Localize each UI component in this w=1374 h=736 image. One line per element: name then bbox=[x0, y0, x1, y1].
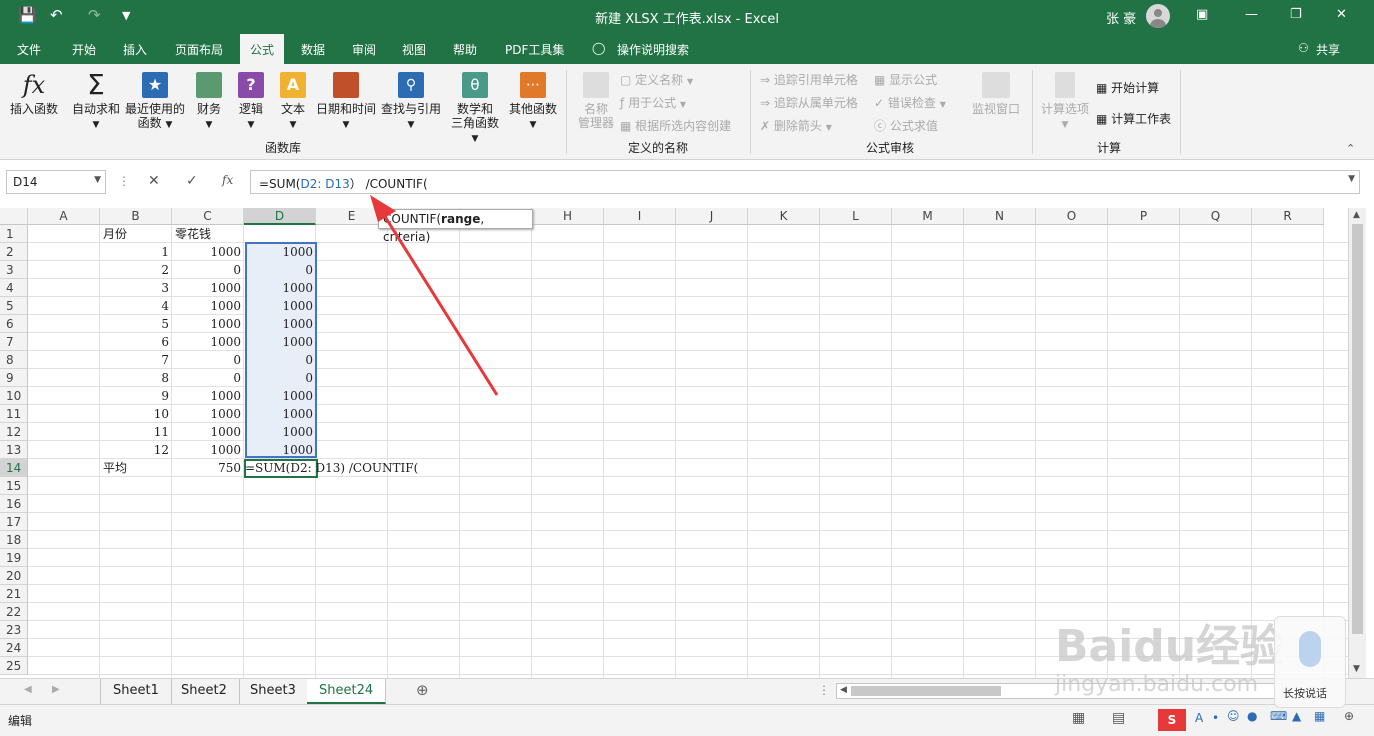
ime-logo-icon[interactable]: S bbox=[1158, 709, 1186, 731]
split-handle-icon[interactable]: ⋮ bbox=[818, 683, 830, 697]
ime-punct-icon[interactable]: • bbox=[1212, 711, 1219, 725]
normal-view-icon[interactable]: ▦ bbox=[1072, 710, 1085, 726]
microphone-icon bbox=[1299, 631, 1321, 667]
voice-input-label: 长按说话 bbox=[1283, 687, 1327, 700]
baidu-watermark: Baidu经验 bbox=[1055, 621, 1285, 672]
voice-input-widget[interactable]: 长按说话 bbox=[1274, 616, 1346, 708]
status-mode: 编辑 bbox=[8, 714, 33, 728]
scroll-tabs-right-icon[interactable]: ▶ bbox=[52, 684, 60, 695]
ime-keyboard-icon[interactable]: ⌨ bbox=[1270, 709, 1287, 723]
scroll-down-icon[interactable]: ▼ bbox=[1353, 664, 1360, 674]
baidu-watermark-url: jingyan.baidu.com bbox=[1055, 672, 1259, 697]
sheet-tab-sheet1[interactable]: Sheet1 bbox=[100, 679, 172, 704]
scroll-up-icon[interactable]: ▲ bbox=[1353, 210, 1360, 220]
zoom-icon[interactable]: ⊕ bbox=[1344, 709, 1354, 723]
page-layout-view-icon[interactable]: ▤ bbox=[1112, 710, 1125, 726]
ime-mic-icon[interactable]: ● bbox=[1247, 709, 1257, 723]
ime-shirt-icon[interactable]: ▲ bbox=[1292, 709, 1301, 723]
sheet-tab-sheet24[interactable]: Sheet24 bbox=[307, 679, 387, 704]
vertical-scrollbar[interactable]: ▲ ▼ bbox=[1348, 208, 1366, 678]
scroll-tabs-left-icon[interactable]: ◀ bbox=[24, 684, 32, 695]
ime-grid-icon[interactable]: ▦ bbox=[1314, 709, 1325, 723]
ime-lang-icon[interactable]: A bbox=[1195, 711, 1203, 725]
status-bar: 编辑 ▦ ▤ S A • ☺ ● ⌨ ▲ ▦ ⊕ bbox=[0, 704, 1374, 736]
ime-emoji-icon[interactable]: ☺ bbox=[1227, 709, 1240, 723]
scroll-left-icon[interactable]: ◀ bbox=[840, 685, 847, 695]
sheet-tab-sheet3[interactable]: Sheet3 bbox=[238, 679, 309, 704]
horizontal-scroll-thumb[interactable] bbox=[851, 686, 1001, 696]
vertical-scroll-thumb[interactable] bbox=[1352, 224, 1363, 634]
sheet-tab-sheet2[interactable]: Sheet2 bbox=[169, 679, 240, 704]
add-sheet-icon[interactable]: ⊕ bbox=[416, 681, 429, 699]
